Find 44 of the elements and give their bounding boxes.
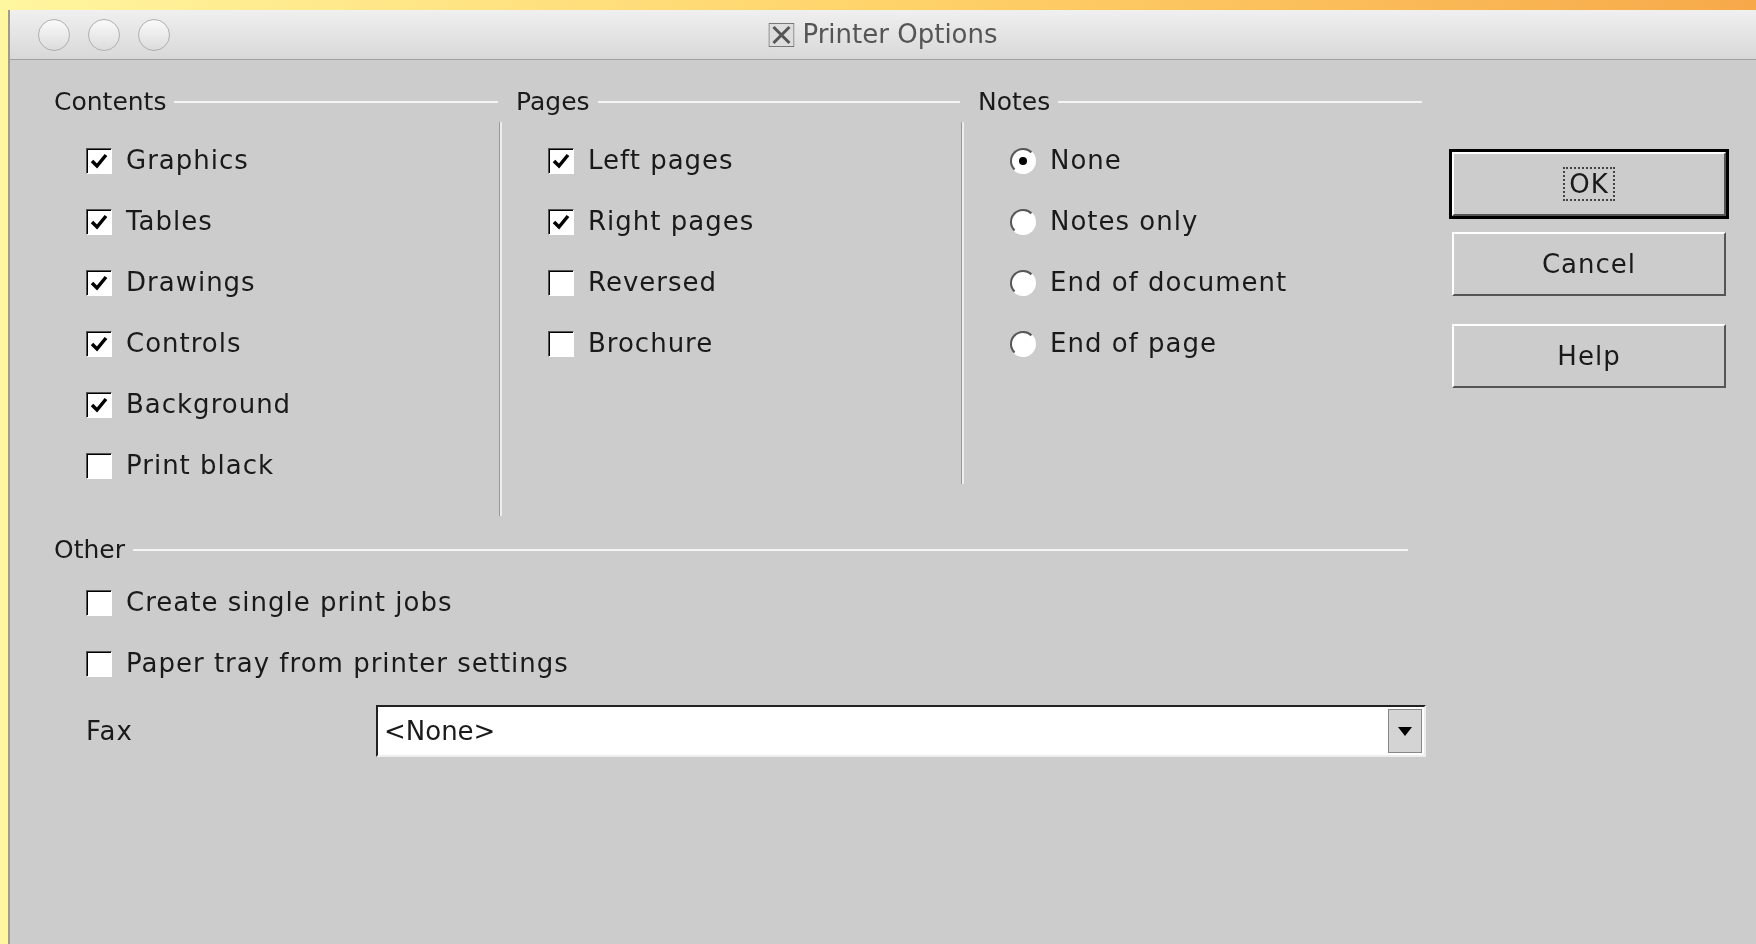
checkbox-label: Drawings (126, 266, 256, 299)
dialog-button[interactable]: OK (1452, 152, 1726, 216)
fax-label: Fax (86, 714, 134, 748)
checkbox[interactable] (548, 330, 574, 357)
group-title: Pages (516, 86, 590, 119)
radio-button[interactable] (1010, 147, 1036, 174)
checkbox-label: Print black (126, 449, 275, 482)
x-logo-icon (768, 22, 795, 47)
checkbox-label: Right pages (588, 205, 755, 238)
checkbox[interactable] (548, 208, 574, 235)
checkbox-label: Paper tray from printer settings (126, 647, 569, 680)
checkbox-label: Background (126, 388, 292, 421)
checkbox[interactable] (86, 147, 112, 174)
checkbox-label: Left pages (588, 144, 734, 177)
checkbox-label: Graphics (126, 144, 249, 177)
checkbox[interactable] (86, 650, 112, 677)
radio-button[interactable] (1010, 269, 1036, 296)
checkbox[interactable] (86, 330, 112, 357)
checkbox[interactable] (548, 147, 574, 174)
checkbox[interactable] (548, 269, 574, 296)
checkbox[interactable] (86, 589, 112, 616)
radio-button[interactable] (1010, 330, 1036, 357)
checkbox[interactable] (86, 452, 112, 479)
radio-label: None (1050, 144, 1122, 177)
fax-dropdown[interactable]: <None> (376, 705, 1426, 757)
radio-label: Notes only (1050, 205, 1199, 238)
group-title: Notes (978, 86, 1051, 119)
dropdown-arrow-icon (1398, 726, 1412, 736)
group-title: Contents (54, 86, 167, 119)
dialog-button[interactable]: Help (1452, 324, 1726, 388)
checkbox-label: Brochure (588, 327, 714, 360)
window-title: Printer Options (802, 18, 998, 51)
checkbox[interactable] (86, 208, 112, 235)
checkbox-label: Tables (126, 205, 213, 238)
radio-label: End of document (1050, 266, 1288, 299)
group-title: Other (54, 534, 125, 567)
checkbox-label: Create single print jobs (126, 586, 453, 619)
checkbox-label: Controls (126, 327, 242, 360)
checkbox-label: Reversed (588, 266, 717, 299)
dialog-button[interactable]: Cancel (1452, 232, 1726, 296)
radio-button[interactable] (1010, 208, 1036, 235)
radio-label: End of page (1050, 327, 1217, 360)
checkbox[interactable] (86, 391, 112, 418)
checkbox[interactable] (86, 269, 112, 296)
